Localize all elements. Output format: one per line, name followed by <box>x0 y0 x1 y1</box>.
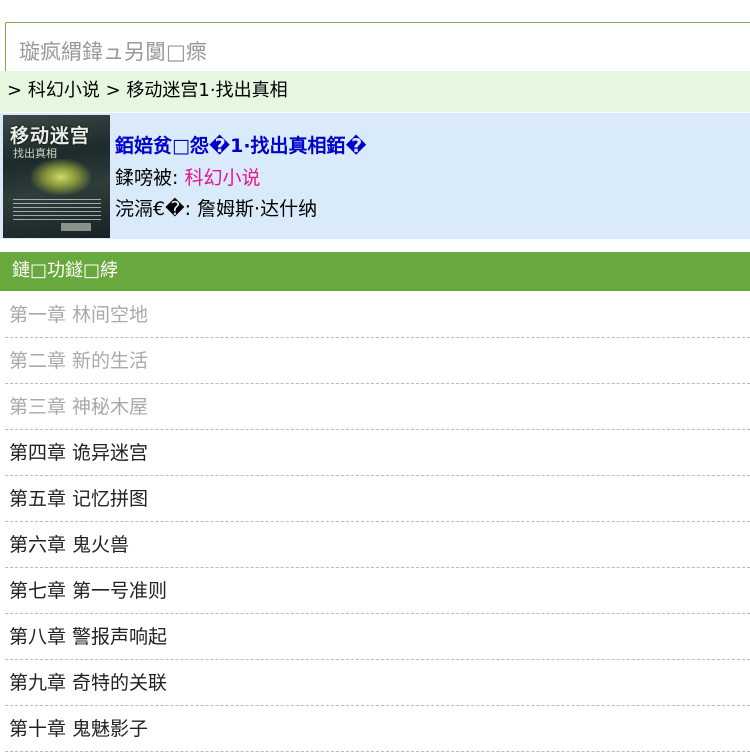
page: > 科幻小说 > 移动迷宫1·找出真相 移动迷宫 找出真相 銆婄贫□怨�1·找出… <box>0 0 750 756</box>
book-title-link[interactable]: 銆婄贫□怨�1·找出真相銆� <box>115 131 367 158</box>
breadcrumb: > 科幻小说 > 移动迷宫1·找出真相 <box>0 71 750 112</box>
book-info: 移动迷宫 找出真相 銆婄贫□怨�1·找出真相銆� 鍒嗙被: 科幻小说 浣滆€�:… <box>0 113 750 239</box>
chapter-link[interactable]: 第二章 新的生活 <box>5 338 750 384</box>
chapter-link[interactable]: 第五章 记忆拼图 <box>5 476 750 522</box>
author-label: 浣滆€�: <box>115 198 191 220</box>
book-author: 浣滆€�: 詹姆斯·达什纳 <box>115 194 317 221</box>
cover-maze-art <box>31 159 91 195</box>
category-label: 鍒嗙被: <box>115 167 179 189</box>
cover-publisher-logo <box>61 223 91 231</box>
book-cover-image[interactable]: 移动迷宫 找出真相 <box>3 115 110 238</box>
book-category: 鍒嗙被: 科幻小说 <box>115 163 260 190</box>
chapter-link[interactable]: 第六章 鬼火兽 <box>5 522 750 568</box>
chapter-link[interactable]: 第一章 林间空地 <box>5 292 750 338</box>
chapter-link[interactable]: 第九章 奇特的关联 <box>5 660 750 706</box>
cover-title: 移动迷宫 <box>10 125 91 147</box>
chapter-link[interactable]: 第四章 诡异迷宫 <box>5 430 750 476</box>
breadcrumb-category-link[interactable]: 科幻小说 <box>28 80 100 101</box>
breadcrumb-separator: > <box>7 80 23 101</box>
chapter-link[interactable]: 第七章 第一号准则 <box>5 568 750 614</box>
chapter-link[interactable]: 第八章 警报声响起 <box>5 614 750 660</box>
breadcrumb-book-link[interactable]: 移动迷宫1·找出真相 <box>126 80 287 101</box>
category-link[interactable]: 科幻小说 <box>184 167 260 189</box>
breadcrumb-separator: > <box>105 80 121 101</box>
chapter-link[interactable]: 第三章 神秘木屋 <box>5 384 750 430</box>
search-input[interactable] <box>6 23 750 73</box>
chapter-list-header: 鏈□功鐩□綍 <box>0 252 750 291</box>
chapter-link[interactable]: 第十章 鬼魅影子 <box>5 706 750 752</box>
chapter-list: 第一章 林间空地 第二章 新的生活 第三章 神秘木屋 第四章 诡异迷宫 第五章 … <box>5 292 750 752</box>
search-box[interactable] <box>5 22 750 74</box>
cover-blurb-text <box>13 199 101 221</box>
author-name: 詹姆斯·达什纳 <box>197 198 318 220</box>
